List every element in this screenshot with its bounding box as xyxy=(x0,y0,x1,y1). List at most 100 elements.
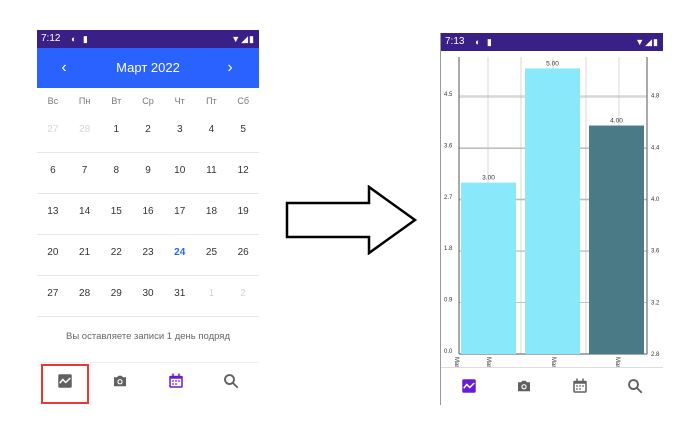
calendar-day[interactable]: 14 xyxy=(69,194,101,234)
right-axis-tick-label: 2.8 xyxy=(651,352,660,358)
status-signal-battery-icons: ▼◢▮ xyxy=(231,34,255,44)
calendar-day[interactable]: 2 xyxy=(227,276,259,316)
left-axis-tick-label: 2.7 xyxy=(444,195,453,201)
calendar-day[interactable]: 1 xyxy=(196,276,228,316)
nav-search-button[interactable] xyxy=(204,363,260,399)
weekday-label: Ср xyxy=(142,96,154,106)
calendar-grid: 27 28 1 2 3 4 5 6 7 8 9 10 11 12 13 14 15 16 17 18 19 20 21 22 2… xyxy=(37,112,259,317)
calendar-day[interactable]: 13 xyxy=(37,194,69,234)
chart-bar xyxy=(461,182,516,354)
calendar-day[interactable]: 6 xyxy=(37,153,69,193)
calendar-day[interactable]: 15 xyxy=(100,194,132,234)
left-axis-tick-label: 1.8 xyxy=(444,246,453,252)
calendar-day[interactable]: 19 xyxy=(227,194,259,234)
calendar-week-row: 13 14 15 16 17 18 19 xyxy=(37,194,259,235)
calendar-screen: 7:12 ◐ ▮ ▼◢▮ ‹ Март 2022 › Вс Пн Вт Ср Чт Пт С… xyxy=(37,30,259,408)
nav-chart-button[interactable] xyxy=(441,368,497,404)
chart-screen: 7:13 ◐ ▮ ▼◢▮ 0.0 0.9 1.8 2.7 3.6 4.5 2.8 3.2 3.6… xyxy=(440,33,663,405)
highlight-box xyxy=(41,364,89,404)
weekday-label: Сб xyxy=(237,96,249,106)
calendar-day[interactable]: 11 xyxy=(196,153,228,193)
calendar-day[interactable]: 18 xyxy=(196,194,228,234)
calendar-header: ‹ Март 2022 › xyxy=(37,48,259,88)
right-axis-tick-label: 4.8 xyxy=(651,94,660,100)
weekday-label: Вс xyxy=(47,96,59,106)
calendar-day[interactable]: 1 xyxy=(100,112,132,152)
x-axis-tick-label: Mar 18, 2022 xyxy=(453,357,459,367)
calendar-day[interactable]: 16 xyxy=(132,194,164,234)
calendar-day[interactable]: 8 xyxy=(100,153,132,193)
calendar-day[interactable]: 25 xyxy=(196,235,228,275)
x-axis-tick-label: Mar 18, 2022 xyxy=(485,357,491,367)
calendar-day[interactable]: 9 xyxy=(132,153,164,193)
calendar-day[interactable]: 27 xyxy=(37,276,69,316)
left-axis-tick-label: 4.5 xyxy=(444,92,453,98)
calendar-day[interactable]: 4 xyxy=(196,112,228,152)
bar-chart: 0.0 0.9 1.8 2.7 3.6 4.5 2.8 3.2 3.6 4.0 4.4 4.8 3.00… xyxy=(444,57,660,367)
calendar-icon xyxy=(573,378,587,393)
status-time: 7:12 xyxy=(41,33,61,44)
status-bar: 7:13 ◐ ▮ ▼◢▮ xyxy=(441,33,663,51)
calendar-day[interactable]: 26 xyxy=(227,235,259,275)
status-bar: 7:12 ◐ ▮ ▼◢▮ xyxy=(37,30,259,48)
calendar-day[interactable]: 30 xyxy=(132,276,164,316)
calendar-icon xyxy=(169,373,183,388)
calendar-day[interactable]: 29 xyxy=(100,276,132,316)
left-axis-tick-label: 0.9 xyxy=(444,298,453,304)
prev-month-button[interactable]: ‹ xyxy=(49,48,79,88)
calendar-day[interactable]: 24 xyxy=(164,235,196,275)
calendar-day[interactable]: 31 xyxy=(164,276,196,316)
status-signal-battery-icons: ▼◢▮ xyxy=(635,37,659,47)
calendar-week-row: 27 28 1 2 3 4 5 xyxy=(37,112,259,153)
nav-calendar-button[interactable] xyxy=(552,368,608,404)
streak-text: Вы оставляете записи 1 день подряд xyxy=(65,331,230,342)
right-axis-tick-label: 4.4 xyxy=(651,145,660,151)
weekday-header-row: Вс Пн Вт Ср Чт Пт Сб xyxy=(37,96,259,110)
weekday-label: Чт xyxy=(174,96,185,106)
camera-icon xyxy=(518,380,531,392)
calendar-day[interactable]: 23 xyxy=(132,235,164,275)
calendar-day[interactable]: 3 xyxy=(164,112,196,152)
nav-search-button[interactable] xyxy=(608,368,664,404)
calendar-week-row: 27 28 29 30 31 1 2 xyxy=(37,276,259,317)
weekday-label: Пт xyxy=(206,96,217,106)
calendar-day[interactable]: 21 xyxy=(69,235,101,275)
status-time: 7:13 xyxy=(445,36,465,47)
next-month-button[interactable]: › xyxy=(215,48,245,88)
search-icon xyxy=(628,379,643,394)
calendar-day[interactable]: 2 xyxy=(132,112,164,152)
right-axis-tick-label: 3.6 xyxy=(651,249,660,255)
calendar-week-row: 6 7 8 9 10 11 12 xyxy=(37,153,259,194)
chart-bar xyxy=(589,125,644,355)
search-icon xyxy=(224,374,239,389)
status-notification-icons: ◐ ▮ xyxy=(71,34,90,44)
bottom-navigation xyxy=(441,367,663,404)
calendar-week-row: 20 21 22 23 24 25 26 xyxy=(37,235,259,276)
nav-calendar-button[interactable] xyxy=(148,363,204,399)
calendar-day[interactable]: 28 xyxy=(69,112,101,152)
calendar-day[interactable]: 17 xyxy=(164,194,196,234)
chart-icon xyxy=(462,379,476,393)
bar-value-label: 5.00 xyxy=(546,60,559,67)
right-axis-tick-label: 4.0 xyxy=(651,197,660,203)
calendar-day[interactable]: 28 xyxy=(69,276,101,316)
transition-arrow-icon xyxy=(285,185,418,255)
weekday-label: Вт xyxy=(111,96,122,106)
camera-icon xyxy=(114,375,127,387)
left-axis-tick-label: 0.0 xyxy=(444,349,453,355)
calendar-day[interactable]: 10 xyxy=(164,153,196,193)
weekday-label: Пн xyxy=(78,96,91,106)
nav-camera-button[interactable] xyxy=(93,363,149,399)
nav-camera-button[interactable] xyxy=(497,368,553,404)
calendar-day[interactable]: 7 xyxy=(69,153,101,193)
bar-value-label: 3.00 xyxy=(482,175,495,182)
calendar-day[interactable]: 22 xyxy=(100,235,132,275)
calendar-day[interactable]: 12 xyxy=(227,153,259,193)
calendar-day[interactable]: 27 xyxy=(37,112,69,152)
x-axis-tick-label: Mar 22, 2022 xyxy=(550,357,556,367)
chart-bar xyxy=(525,68,580,354)
calendar-day[interactable]: 20 xyxy=(37,235,69,275)
left-axis-tick-label: 3.6 xyxy=(444,143,453,149)
x-axis-tick-label: Mar 24, 2022 xyxy=(614,357,620,367)
calendar-day[interactable]: 5 xyxy=(227,112,259,152)
